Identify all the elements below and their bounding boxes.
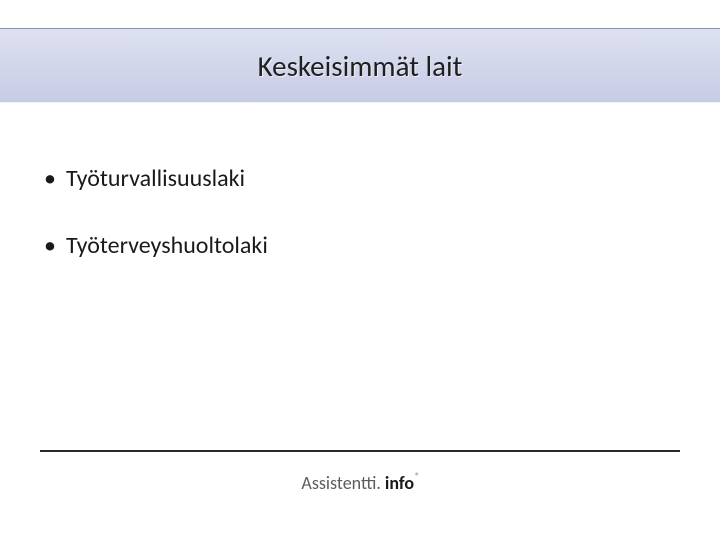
footer-brand-prefix: Assistentti. <box>301 472 381 494</box>
list-item: Työterveyshuoltolaki <box>40 232 680 261</box>
slide-title: Keskeisimmät lait <box>258 48 463 84</box>
footer-brand-suffix-text: info <box>385 472 414 494</box>
bullet-text: Työterveyshuoltolaki <box>66 231 268 260</box>
title-band: Keskeisimmät lait <box>0 28 720 102</box>
slide-content: Työturvallisuuslaki Työterveyshuoltolaki <box>40 165 680 299</box>
bullet-text: Työturvallisuuslaki <box>66 164 245 193</box>
bullet-list: Työturvallisuuslaki Työterveyshuoltolaki <box>40 165 680 261</box>
footer: Assistentti. info® <box>0 472 720 494</box>
divider <box>40 450 680 452</box>
list-item: Työturvallisuuslaki <box>40 165 680 194</box>
footer-brand-suffix: info® <box>385 472 419 494</box>
slide: Keskeisimmät lait Työturvallisuuslaki Ty… <box>0 0 720 540</box>
registered-mark-icon: ® <box>415 471 420 482</box>
